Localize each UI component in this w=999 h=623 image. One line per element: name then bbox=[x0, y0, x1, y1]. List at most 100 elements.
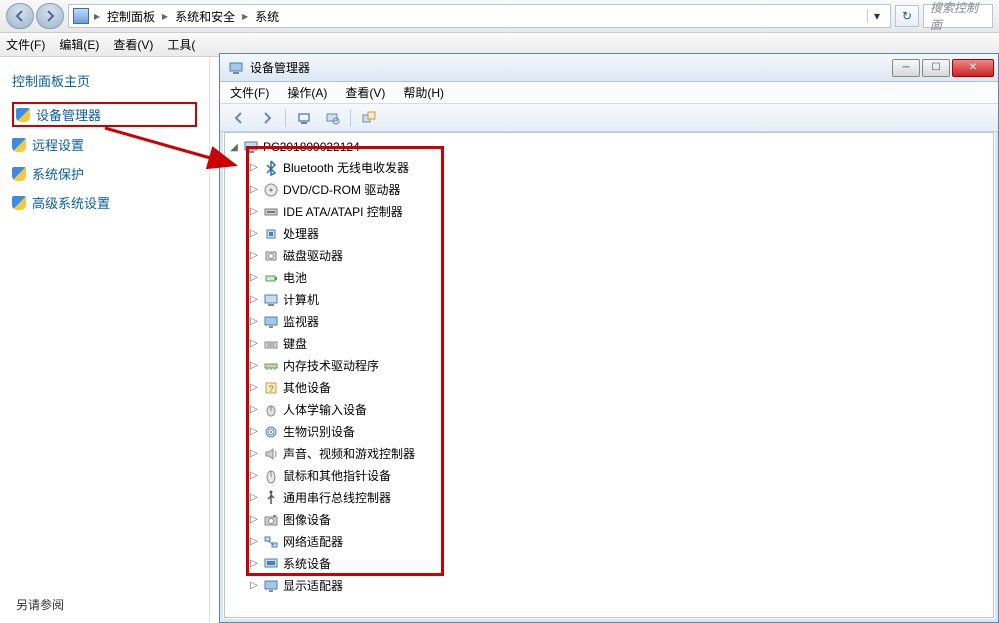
expander-icon[interactable]: ▷ bbox=[249, 533, 259, 551]
expander-icon[interactable]: ▷ bbox=[249, 423, 259, 441]
expander-icon[interactable]: ▷ bbox=[249, 489, 259, 507]
device-category-item[interactable]: ▷图像设备 bbox=[225, 509, 993, 531]
device-manager-window: 设备管理器 ─ ☐ ✕ 文件(F) 操作(A) 查看(V) 帮助(H) ◢ PC… bbox=[219, 53, 999, 623]
sidebar-link[interactable]: 设备管理器 bbox=[12, 102, 197, 127]
expander-icon[interactable]: ▷ bbox=[249, 401, 259, 419]
device-category-label: Bluetooth 无线电收发器 bbox=[283, 159, 409, 177]
toolbar-properties-button[interactable] bbox=[319, 107, 345, 129]
device-category-label: 电池 bbox=[283, 269, 307, 287]
expander-icon[interactable]: ◢ bbox=[229, 142, 239, 153]
dm-menu-help[interactable]: 帮助(H) bbox=[403, 84, 444, 101]
control-panel-home-link[interactable]: 控制面板主页 bbox=[12, 71, 197, 90]
expander-icon[interactable]: ▷ bbox=[249, 379, 259, 397]
expander-icon[interactable]: ▷ bbox=[249, 291, 259, 309]
monitor-icon bbox=[263, 314, 279, 330]
usb-icon bbox=[263, 490, 279, 506]
menu-file[interactable]: 文件(F) bbox=[6, 36, 45, 53]
shield-icon bbox=[12, 196, 26, 210]
dm-menu-view[interactable]: 查看(V) bbox=[345, 84, 385, 101]
nav-back-button[interactable] bbox=[6, 3, 34, 29]
maximize-button[interactable]: ☐ bbox=[922, 59, 950, 77]
sidebar-link[interactable]: 系统保护 bbox=[12, 162, 197, 185]
system-icon bbox=[263, 556, 279, 572]
shield-icon bbox=[16, 108, 30, 122]
device-category-label: 声音、视频和游戏控制器 bbox=[283, 445, 415, 463]
toolbar-forward-button[interactable] bbox=[254, 107, 280, 129]
sidebar-link-label: 系统保护 bbox=[32, 164, 84, 183]
device-category-item[interactable]: ▷通用串行总线控制器 bbox=[225, 487, 993, 509]
expander-icon[interactable]: ▷ bbox=[249, 269, 259, 287]
expander-icon[interactable]: ▷ bbox=[249, 313, 259, 331]
disc-icon bbox=[263, 182, 279, 198]
device-category-label: 网络适配器 bbox=[283, 533, 343, 551]
breadcrumb[interactable]: ▸ 控制面板 ▸ 系统和安全 ▸ 系统 ▾ bbox=[68, 4, 891, 28]
minimize-button[interactable]: ─ bbox=[892, 59, 920, 77]
dm-menu-file[interactable]: 文件(F) bbox=[230, 84, 269, 101]
sidebar-link[interactable]: 远程设置 bbox=[12, 133, 197, 156]
breadcrumb-dropdown-icon[interactable]: ▾ bbox=[867, 9, 886, 23]
expander-icon[interactable]: ▷ bbox=[249, 225, 259, 243]
biometric-icon bbox=[263, 424, 279, 440]
expander-icon[interactable]: ▷ bbox=[249, 577, 259, 595]
breadcrumb-item[interactable]: 系统 bbox=[253, 8, 281, 25]
device-category-item[interactable]: ▷ 声音、视频和游戏控制器 bbox=[225, 443, 993, 465]
device-category-item[interactable]: ▷ IDE ATA/ATAPI 控制器 bbox=[225, 201, 993, 223]
menu-edit[interactable]: 编辑(E) bbox=[59, 36, 99, 53]
expander-icon[interactable]: ▷ bbox=[249, 247, 259, 265]
toolbar-back-button[interactable] bbox=[226, 107, 252, 129]
memory-icon bbox=[263, 358, 279, 374]
device-category-item[interactable]: ▷ Bluetooth 无线电收发器 bbox=[225, 157, 993, 179]
toolbar-refresh-button[interactable] bbox=[356, 107, 382, 129]
device-category-item[interactable]: ▷ 处理器 bbox=[225, 223, 993, 245]
tree-root-label: PC201809022124 bbox=[263, 140, 360, 154]
sidebar-link-label: 设备管理器 bbox=[36, 105, 101, 124]
device-category-item[interactable]: ▷ 电池 bbox=[225, 267, 993, 289]
close-button[interactable]: ✕ bbox=[952, 59, 994, 77]
titlebar[interactable]: 设备管理器 ─ ☐ ✕ bbox=[220, 54, 998, 82]
chevron-right-icon: ▸ bbox=[239, 9, 251, 23]
sidebar-link[interactable]: 高级系统设置 bbox=[12, 191, 197, 214]
device-category-item[interactable]: ▷系统设备 bbox=[225, 553, 993, 575]
menu-view[interactable]: 查看(V) bbox=[113, 36, 153, 53]
expander-icon[interactable]: ▷ bbox=[249, 181, 259, 199]
expander-icon[interactable]: ▷ bbox=[249, 159, 259, 177]
chevron-right-icon: ▸ bbox=[91, 9, 103, 23]
breadcrumb-item[interactable]: 系统和安全 bbox=[173, 8, 237, 25]
device-category-item[interactable]: ▷?其他设备 bbox=[225, 377, 993, 399]
expander-icon[interactable]: ▷ bbox=[249, 357, 259, 375]
tree-root-node[interactable]: ◢ PC201809022124 bbox=[225, 137, 993, 157]
device-category-item[interactable]: ▷生物识别设备 bbox=[225, 421, 993, 443]
expander-icon[interactable]: ▷ bbox=[249, 467, 259, 485]
device-category-item[interactable]: ▷磁盘驱动器 bbox=[225, 245, 993, 267]
nav-forward-button[interactable] bbox=[36, 3, 64, 29]
device-category-item[interactable]: ▷内存技术驱动程序 bbox=[225, 355, 993, 377]
shield-icon bbox=[12, 138, 26, 152]
device-category-item[interactable]: ▷显示适配器 bbox=[225, 575, 993, 597]
device-tree-panel[interactable]: ◢ PC201809022124 ▷ Bluetooth 无线电收发器 ▷DVD/C… bbox=[224, 132, 994, 618]
expander-icon[interactable]: ▷ bbox=[249, 555, 259, 573]
refresh-button[interactable]: ↻ bbox=[895, 5, 919, 27]
device-category-item[interactable]: ▷人体学输入设备 bbox=[225, 399, 993, 421]
device-category-item[interactable]: ▷键盘 bbox=[225, 333, 993, 355]
expander-icon[interactable]: ▷ bbox=[249, 511, 259, 529]
device-category-item[interactable]: ▷监视器 bbox=[225, 311, 993, 333]
device-category-label: IDE ATA/ATAPI 控制器 bbox=[283, 203, 403, 221]
breadcrumb-item[interactable]: 控制面板 bbox=[105, 8, 157, 25]
expander-icon[interactable]: ▷ bbox=[249, 335, 259, 353]
dm-menu-action[interactable]: 操作(A) bbox=[287, 84, 327, 101]
search-input[interactable]: 搜索控制面 bbox=[923, 4, 993, 28]
device-category-item[interactable]: ▷计算机 bbox=[225, 289, 993, 311]
hid-icon bbox=[263, 402, 279, 418]
expander-icon[interactable]: ▷ bbox=[249, 203, 259, 221]
device-category-label: 处理器 bbox=[283, 225, 319, 243]
expander-icon[interactable]: ▷ bbox=[249, 445, 259, 463]
ide-icon bbox=[263, 204, 279, 220]
breadcrumb-root-icon bbox=[73, 8, 89, 24]
device-category-item[interactable]: ▷DVD/CD-ROM 驱动器 bbox=[225, 179, 993, 201]
dm-menu-bar: 文件(F) 操作(A) 查看(V) 帮助(H) bbox=[220, 82, 998, 104]
battery-icon bbox=[263, 270, 279, 286]
device-category-item[interactable]: ▷ 网络适配器 bbox=[225, 531, 993, 553]
toolbar-scan-button[interactable] bbox=[291, 107, 317, 129]
device-category-item[interactable]: ▷鼠标和其他指针设备 bbox=[225, 465, 993, 487]
menu-tools[interactable]: 工具( bbox=[167, 36, 195, 53]
